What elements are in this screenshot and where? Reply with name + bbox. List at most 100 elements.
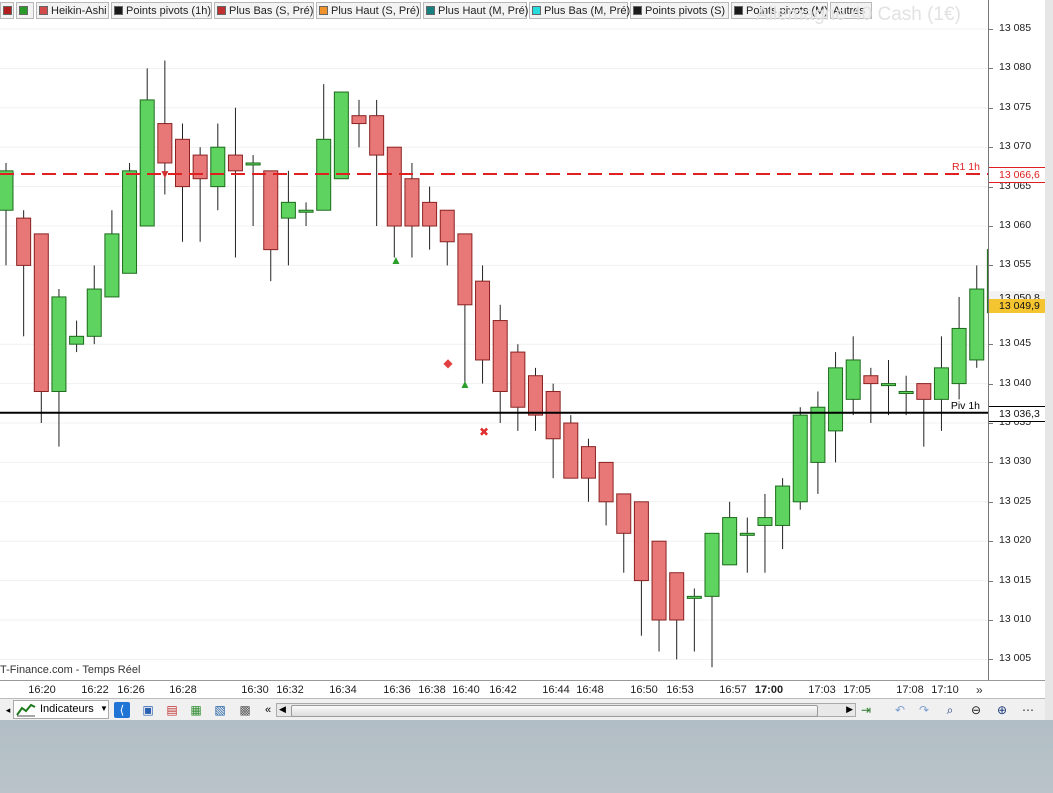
price-tick-label: 13 025 (999, 494, 1032, 507)
price-tick-mark (989, 620, 993, 621)
price-marker-last: 13 049,9 (989, 298, 1045, 313)
collapse-left-icon[interactable]: « (260, 702, 276, 718)
zoom-in-icon[interactable]: ⊕ (994, 702, 1010, 718)
price-tick-label: 13 040 (999, 376, 1032, 389)
bearish-candle (616, 493, 632, 534)
price-tick-mark (989, 383, 993, 385)
time-tick-label: 17:03 (808, 684, 836, 696)
price-tick-mark (989, 29, 993, 30)
bearish-candle (457, 233, 473, 306)
price-tick-label: 13 030 (999, 455, 1032, 468)
bearish-candle (510, 351, 526, 408)
zoom-fit-icon[interactable]: ⌕ (942, 702, 958, 718)
time-tick-label: 16:53 (666, 684, 694, 696)
scroll-right-end-icon[interactable]: ⇥ (858, 702, 874, 718)
bearish-candle (192, 154, 208, 180)
bullish-candle (722, 517, 738, 566)
bearish-candle (439, 209, 455, 243)
bullish-candle (933, 367, 949, 400)
time-tick-label: 16:40 (452, 684, 480, 696)
bullish-candle (333, 91, 349, 180)
bullish-candle (210, 146, 226, 188)
time-axis[interactable]: » 16:20 16:22 16:26 16:28 16:30 16:32 16:34 16:… (0, 680, 1045, 699)
buy-arrow-icon: ▲ (390, 253, 402, 267)
share-icon[interactable]: ⟨ (114, 702, 130, 718)
order-book-icon[interactable]: ▦ (188, 702, 204, 718)
undo-icon[interactable]: ↶ (892, 702, 908, 718)
bullish-candle (86, 288, 102, 337)
indicators-button[interactable]: Indicateurs ▼ (13, 700, 109, 719)
price-tick-mark (989, 541, 993, 543)
time-axis-scroll-right-icon[interactable]: » (976, 683, 983, 697)
time-tick-label: 17:05 (843, 684, 871, 696)
bearish-candle (545, 390, 561, 440)
price-axis[interactable]: 13 085 13 080 13 075 13 070 13 065 13 060 13 0… (988, 0, 1045, 680)
bearish-candle (475, 280, 491, 361)
bullish-candle (122, 170, 138, 274)
candlestick-chart[interactable]: ▼◆▲▲✖R1 1hPiv 1h (0, 0, 988, 680)
bearish-candle (369, 115, 385, 156)
bearish-candle (16, 217, 32, 266)
horizontal-scrollbar[interactable]: ◀ ▶ (276, 703, 856, 717)
price-tick-label: 13 060 (999, 219, 1032, 231)
bullish-candle (951, 327, 967, 385)
price-marker-r1: 13 066,6 (989, 166, 1045, 183)
time-tick-label: 16:36 (383, 684, 411, 696)
chat-icon[interactable]: ▣ (140, 702, 156, 718)
time-tick-label: 16:32 (276, 684, 304, 696)
chart-window: Heikin-Ashi Points pivots (1h) Plus Bas (S… (0, 0, 1045, 720)
redo-icon[interactable]: ↷ (916, 702, 932, 718)
price-tick-mark (989, 344, 993, 346)
price-tick-mark (989, 186, 993, 188)
bullish-candle (104, 233, 120, 298)
price-tick-mark (989, 107, 993, 109)
scrollbar-thumb[interactable] (291, 705, 818, 717)
bullish-candle (881, 383, 896, 387)
bullish-candle (0, 170, 14, 211)
bearish-candle (863, 375, 879, 385)
bullish-candle (739, 532, 755, 536)
bearish-candle (227, 154, 243, 172)
time-tick-label: 16:38 (418, 684, 446, 696)
bearish-candle (580, 446, 596, 479)
price-tick-mark (989, 501, 993, 503)
zoom-out-icon[interactable]: ⊖ (968, 702, 984, 718)
bearish-candle (175, 138, 190, 188)
time-tick-label: 16:48 (576, 684, 604, 696)
indicators-label: Indicateurs (40, 703, 94, 715)
more-tools-icon[interactable]: ⋯ (1020, 702, 1036, 718)
time-tick-label: 16:57 (719, 684, 747, 696)
price-tick-label: 13 045 (999, 337, 1032, 350)
pivot-label: Piv 1h (951, 400, 980, 412)
time-tick-label: 16:30 (241, 684, 269, 696)
price-tick-label: 13 020 (999, 534, 1032, 547)
bullish-candle (69, 335, 85, 345)
scroll-left-icon[interactable]: ◀ (279, 704, 286, 715)
time-tick-label: 17:10 (931, 684, 959, 696)
time-tick-label: 16:28 (169, 684, 197, 696)
price-tick-mark (989, 226, 993, 227)
price-tick-mark (989, 265, 993, 267)
bullish-candle (298, 209, 314, 213)
time-tick-label: 16:34 (329, 684, 357, 696)
order-list-icon[interactable]: ▤ (164, 702, 180, 718)
indicators-icon (16, 702, 36, 717)
vertical-scrollbar[interactable] (1045, 0, 1053, 720)
time-tick-label: 16:20 (28, 684, 56, 696)
bullish-candle (686, 595, 702, 599)
compare-chart-icon[interactable]: ▩ (237, 702, 253, 718)
chevron-down-icon[interactable]: ▼ (100, 704, 108, 713)
bullish-candle (898, 390, 914, 394)
bearish-candle (651, 540, 667, 621)
time-tick-label: 17:00 (754, 684, 784, 696)
scroll-right-icon[interactable]: ▶ (846, 704, 853, 715)
bullish-candle (969, 288, 985, 361)
bearish-candle (669, 572, 685, 621)
chart-settings-icon[interactable]: ▧ (212, 702, 228, 718)
time-tick-label: 16:44 (542, 684, 570, 696)
bullish-candle (704, 532, 720, 597)
price-tick-mark (989, 147, 993, 149)
bearish-candle (563, 422, 579, 479)
price-tick-mark (989, 68, 993, 70)
price-tick-label: 13 080 (999, 61, 1032, 74)
